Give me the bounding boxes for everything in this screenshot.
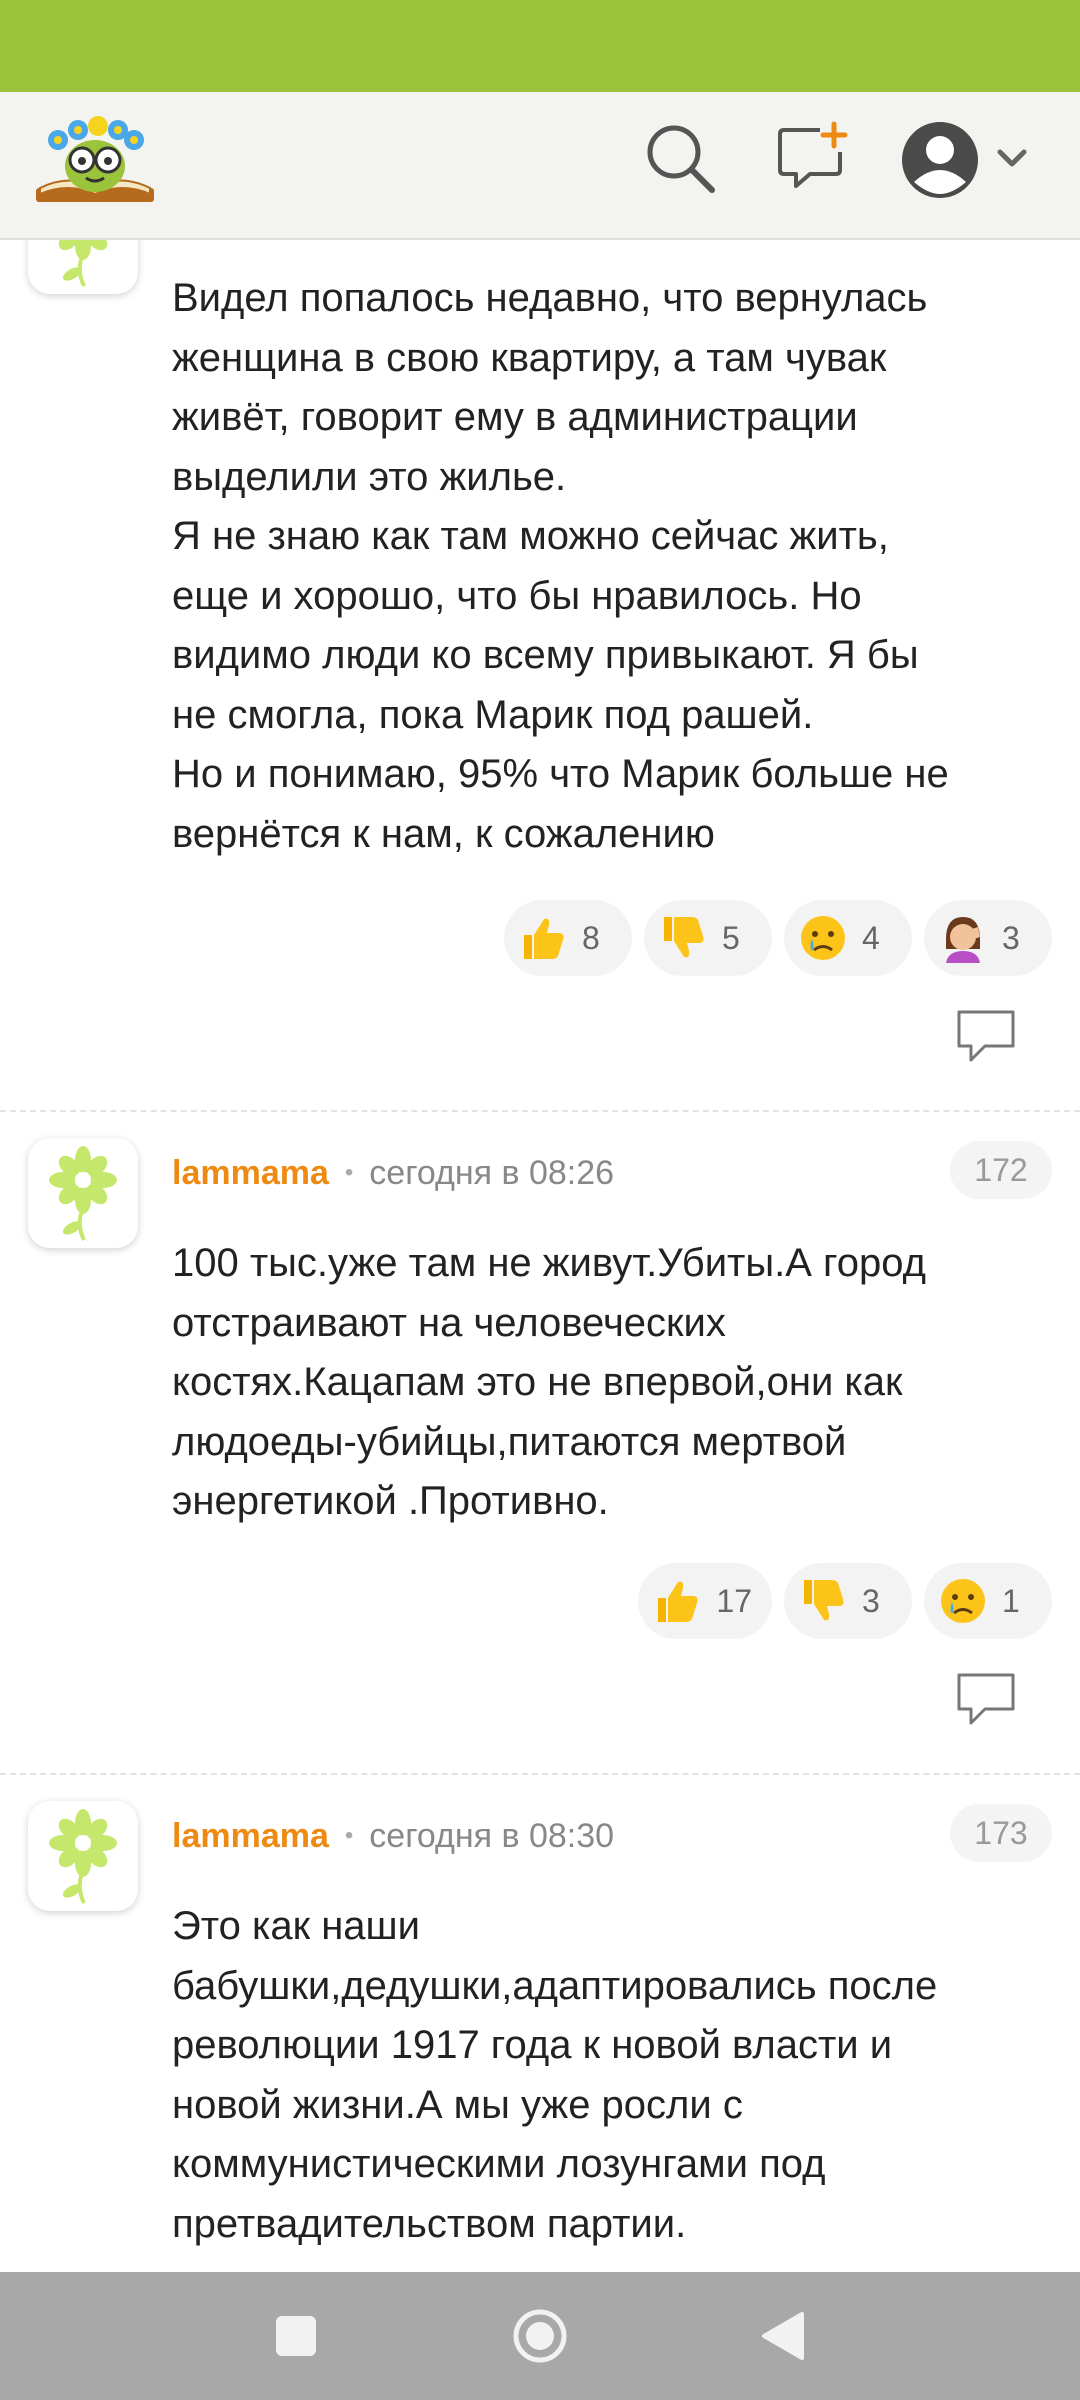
crying-face-icon <box>938 1576 988 1626</box>
reaction-thumbs-down[interactable]: 3 <box>784 1563 912 1639</box>
back-triangle-icon[interactable] <box>754 2306 814 2366</box>
user-avatar-icon <box>902 122 1027 198</box>
app-header <box>0 92 1080 240</box>
system-navigation-bar <box>0 2272 1080 2400</box>
comment-author[interactable]: lammama <box>172 1817 329 1856</box>
comment-number-badge[interactable]: 172 <box>950 1141 1052 1199</box>
comment-divider <box>0 1110 1080 1112</box>
comments-feed: Видел попалось недавно, что вернулась же… <box>0 240 1080 2272</box>
comment-number-badge[interactable]: 173 <box>950 1804 1052 1862</box>
reaction-count: 8 <box>582 919 600 956</box>
comment-time: сегодня в 08:26 <box>369 1153 615 1192</box>
separator-dot: • <box>344 1159 354 1186</box>
avatar[interactable] <box>28 1801 138 1911</box>
reaction-count: 5 <box>722 919 740 956</box>
status-bar <box>0 0 1080 92</box>
recents-square-icon[interactable] <box>266 2306 326 2366</box>
reaction-count: 1 <box>1002 1582 1020 1619</box>
home-circle-icon[interactable] <box>510 2306 570 2366</box>
reaction-crying[interactable]: 1 <box>924 1563 1052 1639</box>
reply-icon[interactable] <box>955 1671 1017 1729</box>
comment-divider <box>0 1773 1080 1775</box>
comment-text: Это как наши бабушки,дедушки,адаптировал… <box>172 1904 938 2246</box>
comment-meta: lammama • сегодня в 08:30 <box>172 1811 614 1861</box>
separator-dot: • <box>344 1822 354 1849</box>
crying-face-icon <box>798 913 848 963</box>
thumbs-up-icon <box>652 1576 702 1626</box>
comment-text: Видел попалось недавно, что вернулась же… <box>172 276 949 856</box>
thumbs-down-icon <box>658 913 708 963</box>
reactions-bar: 8 5 4 3 <box>504 900 1052 976</box>
comment-author[interactable]: lammama <box>172 1154 329 1193</box>
comment-meta: lammama • сегодня в 08:26 <box>172 1148 614 1198</box>
avatar[interactable] <box>28 240 138 294</box>
thumbs-down-icon <box>798 1576 848 1626</box>
reaction-count: 17 <box>716 1582 752 1619</box>
avatar[interactable] <box>28 1138 138 1248</box>
reaction-crying[interactable]: 4 <box>784 900 912 976</box>
reaction-thumbs-down[interactable]: 5 <box>644 900 772 976</box>
reaction-facepalm[interactable]: 3 <box>924 900 1052 976</box>
reaction-thumbs-up[interactable]: 8 <box>504 900 632 976</box>
reaction-thumbs-up[interactable]: 17 <box>638 1563 772 1639</box>
comment-time: сегодня в 08:30 <box>369 1816 615 1855</box>
new-message-plus-icon[interactable] <box>772 118 852 198</box>
reactions-bar: 17 3 1 <box>638 1563 1052 1639</box>
thumbs-up-icon <box>518 913 568 963</box>
comment-text: 100 тыс.уже там не живут.Убиты.А город о… <box>172 1241 926 1523</box>
profile-menu-button[interactable] <box>900 120 1040 200</box>
woman-facepalming-icon <box>938 913 988 963</box>
site-logo[interactable] <box>30 106 160 216</box>
reaction-count: 3 <box>1002 919 1020 956</box>
reaction-count: 4 <box>862 919 880 956</box>
search-icon[interactable] <box>640 118 720 198</box>
reaction-count: 3 <box>862 1582 880 1619</box>
reply-icon[interactable] <box>955 1008 1017 1066</box>
